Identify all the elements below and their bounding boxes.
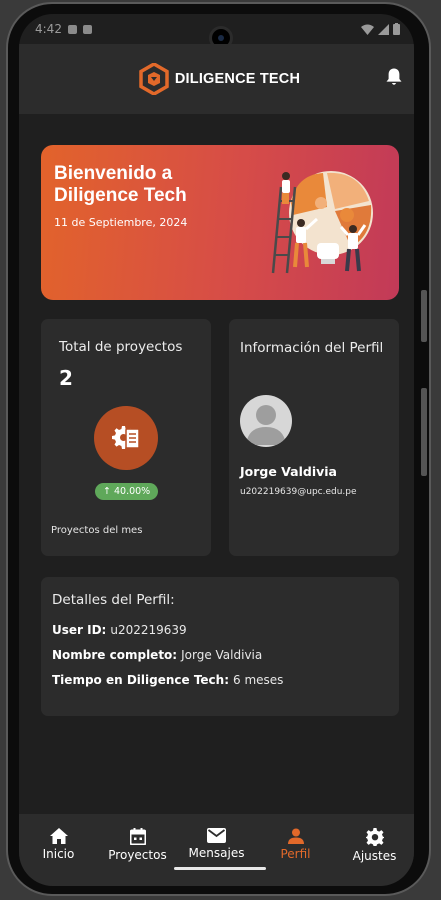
nav-item-inicio[interactable]: Inicio: [24, 828, 94, 886]
content: Bienvenido a Diligence Tech 11 de Septie…: [19, 114, 414, 816]
bottom-nav: Inicio Proyectos Mensajes Perfil Ajustes: [19, 814, 414, 886]
app-bar: DILIGENCE TECH: [19, 44, 414, 114]
banner-date: 11 de Septiembre, 2024: [54, 216, 188, 229]
profile-details-card: Detalles del Perfil: User ID: u202219639 …: [41, 577, 399, 716]
home-indicator[interactable]: [174, 867, 266, 870]
nav-label: Ajustes: [352, 849, 397, 863]
volume-button: [421, 290, 427, 342]
signal-icon: [378, 23, 389, 35]
detail-value: 6 meses: [233, 673, 284, 687]
avatar-placeholder-icon: [246, 405, 286, 445]
logo-icon: [139, 63, 169, 95]
mail-icon: [207, 828, 226, 843]
nav-label: Perfil: [280, 847, 311, 861]
bell-icon[interactable]: [386, 68, 402, 86]
detail-row-full-name: Nombre completo: Jorge Valdivia: [52, 648, 262, 662]
projects-icon-circle: [94, 406, 158, 470]
projects-title: Total de proyectos: [59, 339, 183, 355]
profile-email: u202219639@upc.edu.pe: [240, 487, 357, 497]
profile-info-card[interactable]: Información del Perfil Jorge Valdivia u2…: [229, 319, 399, 556]
growth-badge: ↑ 40.00%: [95, 483, 159, 500]
welcome-banner: Bienvenido a Diligence Tech 11 de Septie…: [41, 145, 399, 300]
detail-label: Tiempo en Diligence Tech:: [52, 673, 229, 687]
detail-value: u202219639: [110, 623, 187, 637]
detail-row-user-id: User ID: u202219639: [52, 623, 187, 637]
detail-value: Jorge Valdivia: [181, 648, 263, 662]
banner-title: Bienvenido a Diligence Tech: [54, 163, 187, 206]
projects-card[interactable]: Total de proyectos 2 ↑ 40.00% Proyectos …: [41, 319, 211, 556]
person-icon: [287, 828, 304, 844]
home-icon: [49, 828, 68, 844]
details-title: Detalles del Perfil:: [52, 592, 175, 608]
gear-document-icon: [112, 426, 140, 449]
status-time: 4:42: [35, 22, 62, 36]
nav-label: Mensajes: [188, 846, 245, 860]
nav-label: Inicio: [42, 847, 75, 861]
nav-item-mensajes[interactable]: Mensajes: [182, 828, 252, 886]
nav-label: Proyectos: [108, 848, 167, 862]
detail-row-tenure: Tiempo en Diligence Tech: 6 meses: [52, 673, 283, 687]
brand-name: DILIGENCE TECH: [174, 71, 301, 87]
detail-label: User ID:: [52, 623, 107, 637]
profile-info-title: Información del Perfil: [240, 340, 384, 356]
battery-icon: [393, 23, 400, 35]
puzzle-illustration: [271, 171, 373, 274]
sim-icon: [82, 24, 92, 34]
avatar[interactable]: [240, 395, 292, 447]
brand-logo[interactable]: DILIGENCE TECH: [139, 63, 300, 95]
nav-item-proyectos[interactable]: Proyectos: [103, 828, 173, 886]
wifi-icon: [361, 24, 374, 35]
calendar-icon: [129, 828, 146, 845]
projects-footer: Proyectos del mes: [51, 525, 143, 536]
nav-item-perfil[interactable]: Perfil: [261, 828, 331, 886]
nav-item-ajustes[interactable]: Ajustes: [340, 828, 410, 886]
profile-name: Jorge Valdivia: [240, 464, 337, 479]
notification-icon: [67, 24, 77, 34]
gear-icon: [365, 828, 384, 846]
detail-label: Nombre completo:: [52, 648, 178, 662]
power-button: [421, 388, 427, 476]
screen: 4:42 DILIGENCE TECH Bienvenido a Diligen…: [19, 14, 414, 886]
projects-count: 2: [59, 366, 73, 390]
